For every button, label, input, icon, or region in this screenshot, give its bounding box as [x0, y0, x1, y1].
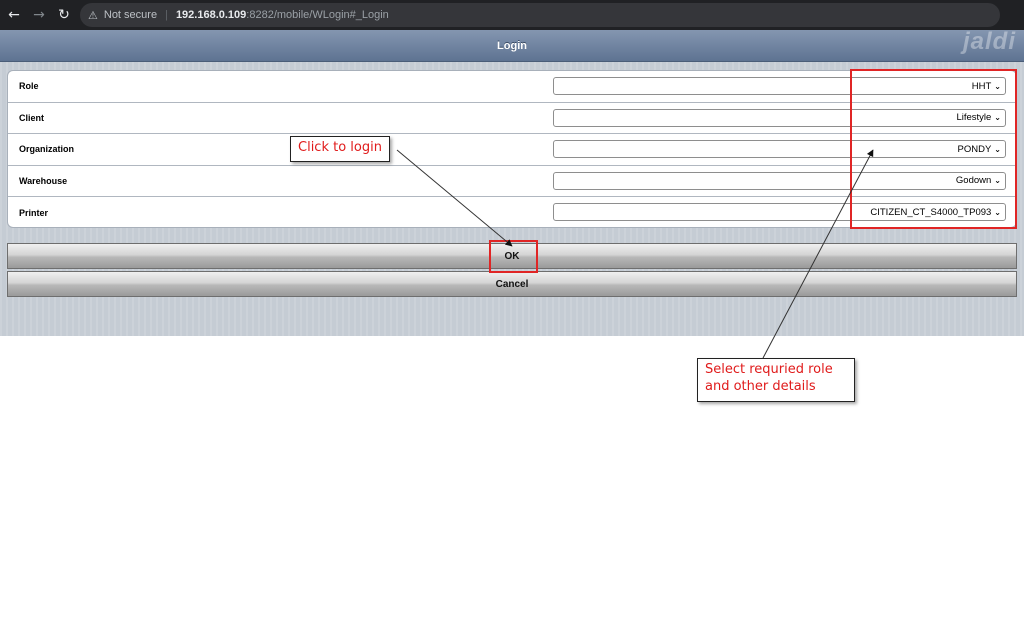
url-path: :8282/mobile/WLogin#_Login — [246, 9, 389, 21]
url-host: 192.168.0.109 — [175, 9, 247, 21]
warehouse-label: Warehouse — [19, 176, 68, 187]
highlight-selects-box — [850, 69, 1017, 229]
cancel-button[interactable]: Cancel — [7, 271, 1017, 297]
role-callout-line2: and other details — [705, 379, 816, 394]
role-label: Role — [19, 81, 39, 92]
role-callout: Select requried role and other details — [697, 358, 855, 402]
page-title: Login — [497, 39, 527, 52]
warning-icon[interactable]: ⚠ — [88, 9, 98, 22]
reload-icon[interactable]: ↻ — [53, 4, 75, 26]
client-label: Client — [19, 112, 45, 123]
security-label: Not secure — [103, 9, 158, 21]
url-separator: | — [165, 9, 168, 21]
address-bar[interactable]: ⚠ Not secure | 192.168.0.109 :8282/mobil… — [80, 3, 1000, 27]
browser-toolbar: ← → ↻ ⚠ Not secure | 192.168.0.109 :8282… — [0, 0, 1024, 30]
app-header: Login jaldi — [0, 28, 1024, 62]
login-callout: Click to login — [290, 136, 390, 162]
printer-label: Printer — [19, 208, 49, 219]
role-callout-line1: Select requried role — [705, 362, 833, 377]
forward-arrow-icon[interactable]: → — [28, 4, 50, 26]
highlight-ok-box — [489, 240, 538, 273]
organization-label: Organization — [19, 144, 75, 155]
cancel-button-label: Cancel — [495, 278, 529, 290]
page: ← → ↻ ⚠ Not secure | 192.168.0.109 :8282… — [0, 0, 1024, 618]
brand-logo: jaldi — [962, 28, 1016, 55]
back-arrow-icon[interactable]: ← — [3, 4, 25, 26]
